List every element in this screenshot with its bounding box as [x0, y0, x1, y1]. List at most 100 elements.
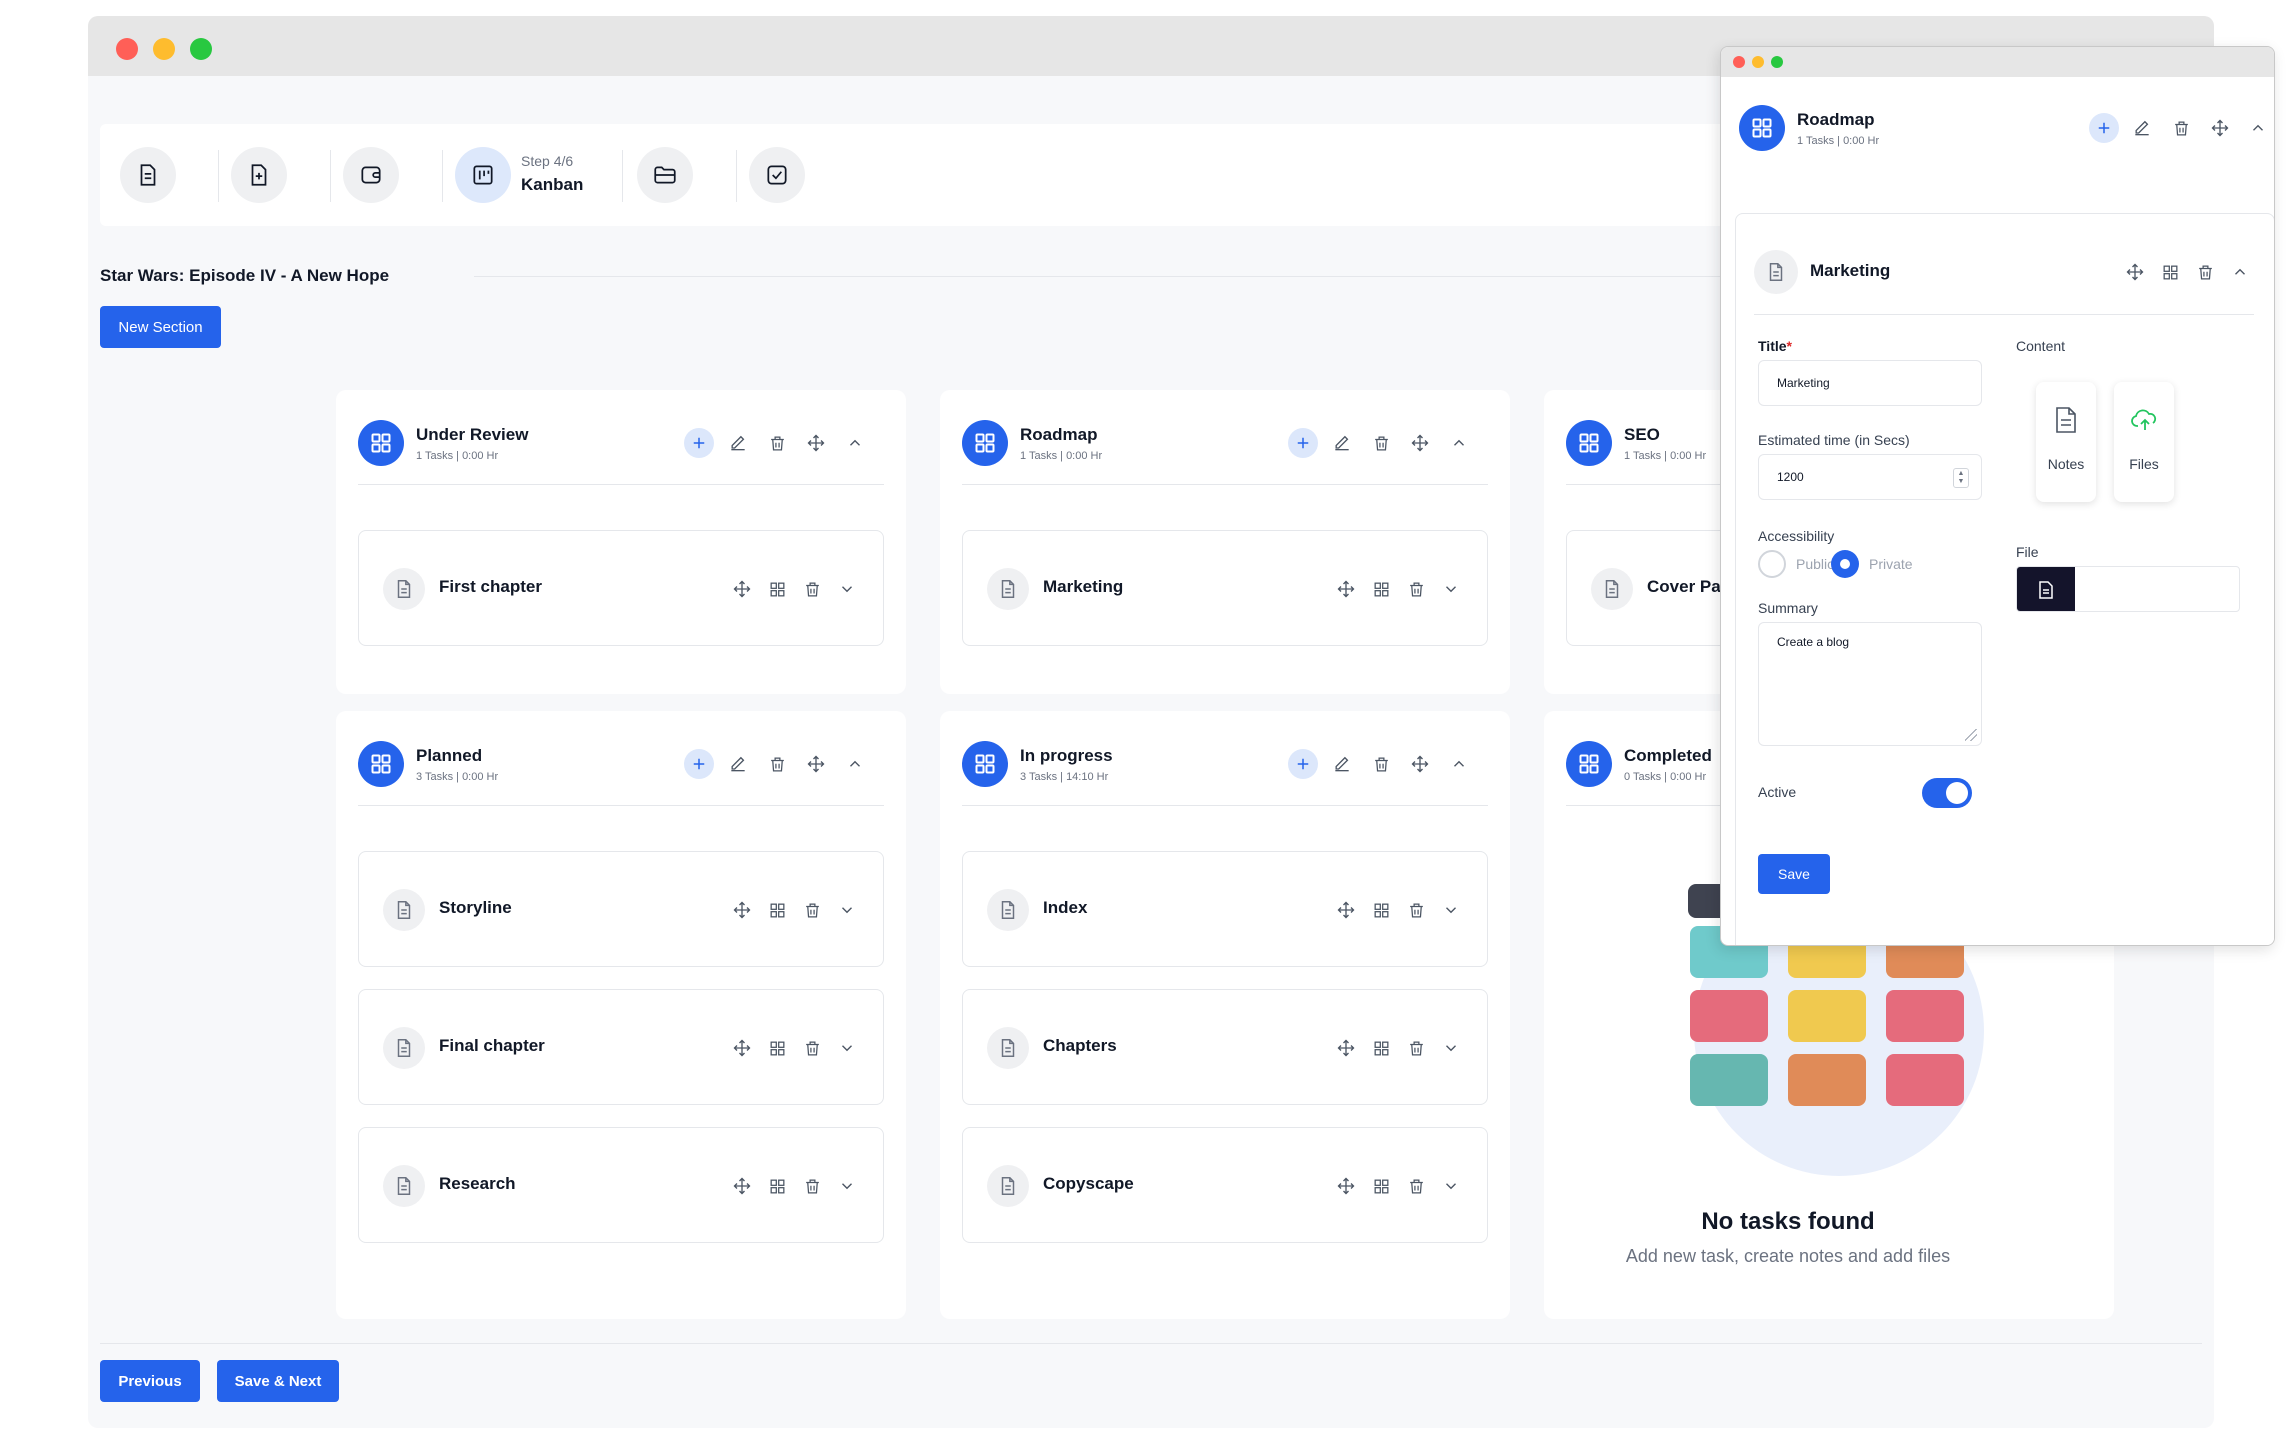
expand-task-button[interactable]: [2225, 257, 2255, 287]
chevron-down-icon: [1446, 907, 1456, 914]
task-grid-button[interactable]: [762, 895, 792, 925]
footer-divider: [100, 1343, 2202, 1344]
task-card[interactable]: Copyscape: [962, 1127, 1488, 1243]
expand-task-button[interactable]: [832, 1171, 862, 1201]
time-value: 1200: [1777, 470, 1804, 484]
move-task-button[interactable]: [727, 1171, 757, 1201]
task-card[interactable]: Chapters: [962, 989, 1488, 1105]
active-toggle[interactable]: [1922, 778, 1972, 808]
delete-section-button[interactable]: [762, 749, 792, 779]
panel-maximize-button[interactable]: [1771, 56, 1783, 68]
move-task-button[interactable]: [1331, 1171, 1361, 1201]
task-grid-button[interactable]: [1366, 1171, 1396, 1201]
delete-task-button[interactable]: [1401, 895, 1431, 925]
chevron-down-icon: [1446, 1045, 1456, 1052]
private-radio[interactable]: Private: [1831, 550, 1931, 578]
column-header: In progress 3 Tasks | 14:10 Hr: [962, 741, 1488, 789]
move-task-button[interactable]: [2120, 257, 2150, 287]
move-task-button[interactable]: [727, 574, 757, 604]
move-task-button[interactable]: [727, 1033, 757, 1063]
save-and-next-button[interactable]: Save & Next: [217, 1360, 339, 1402]
edit-section-button[interactable]: [2127, 113, 2157, 143]
move-task-button[interactable]: [1331, 895, 1361, 925]
task-card[interactable]: Storyline: [358, 851, 884, 967]
delete-task-button[interactable]: [1401, 1033, 1431, 1063]
delete-task-button[interactable]: [797, 1171, 827, 1201]
resize-handle-icon[interactable]: [1965, 729, 1977, 741]
expand-task-button[interactable]: [832, 895, 862, 925]
add-task-button[interactable]: [1288, 428, 1318, 458]
move-section-button[interactable]: [801, 749, 831, 779]
delete-task-button[interactable]: [2190, 257, 2220, 287]
edit-section-button[interactable]: [1327, 428, 1357, 458]
task-card[interactable]: First chapter: [358, 530, 884, 646]
edit-section-button[interactable]: [723, 428, 753, 458]
summary-textarea[interactable]: Create a blog: [1758, 622, 1982, 746]
previous-button[interactable]: Previous: [100, 1360, 200, 1402]
expand-task-button[interactable]: [1436, 895, 1466, 925]
summary-text: Create a blog: [1777, 635, 1850, 649]
edit-section-button[interactable]: [1327, 749, 1357, 779]
trash-icon: [1409, 903, 1423, 917]
expand-task-button[interactable]: [832, 1033, 862, 1063]
collapse-section-button[interactable]: [2243, 113, 2273, 143]
move-task-button[interactable]: [1331, 574, 1361, 604]
expand-task-button[interactable]: [1436, 574, 1466, 604]
delete-task-button[interactable]: [1401, 1171, 1431, 1201]
add-task-button[interactable]: [684, 749, 714, 779]
task-grid-button[interactable]: [1366, 1033, 1396, 1063]
column-title: Completed: [1624, 746, 1712, 765]
add-task-button[interactable]: [684, 428, 714, 458]
add-task-button[interactable]: [1288, 749, 1318, 779]
expand-task-button[interactable]: [1436, 1033, 1466, 1063]
delete-task-button[interactable]: [1401, 574, 1431, 604]
task-grid-button[interactable]: [1366, 895, 1396, 925]
section-grid-icon: [1579, 754, 1599, 774]
task-grid-button[interactable]: [762, 1171, 792, 1201]
task-card[interactable]: Index: [962, 851, 1488, 967]
collapse-section-button[interactable]: [1444, 428, 1474, 458]
delete-task-button[interactable]: [797, 574, 827, 604]
panel-minimize-button[interactable]: [1752, 56, 1764, 68]
file-input[interactable]: [2016, 566, 2240, 612]
title-input[interactable]: Marketing: [1758, 360, 1982, 406]
task-name: Cover Pa: [1647, 577, 1721, 596]
estimated-time-input[interactable]: 1200 ▲ ▼: [1758, 454, 1982, 500]
move-section-button[interactable]: [2205, 113, 2235, 143]
save-button[interactable]: Save: [1758, 854, 1830, 894]
column-subtitle: 3 Tasks | 0:00 Hr: [416, 771, 499, 783]
collapse-section-button[interactable]: [840, 749, 870, 779]
move-icon: [733, 1039, 751, 1057]
delete-task-button[interactable]: [797, 895, 827, 925]
task-grid-button[interactable]: [1366, 574, 1396, 604]
delete-task-button[interactable]: [797, 1033, 827, 1063]
files-tile[interactable]: Files: [2114, 382, 2174, 502]
delete-section-button[interactable]: [1366, 749, 1396, 779]
task-card[interactable]: Final chapter: [358, 989, 884, 1105]
stepper-arrows-icon[interactable]: ▲ ▼: [1953, 468, 1969, 488]
document-icon: [397, 901, 411, 919]
task-grid-button[interactable]: [762, 1033, 792, 1063]
notes-tile[interactable]: Notes: [2036, 382, 2096, 502]
task-card[interactable]: Research: [358, 1127, 884, 1243]
collapse-section-button[interactable]: [1444, 749, 1474, 779]
move-section-button[interactable]: [1405, 749, 1435, 779]
expand-task-button[interactable]: [1436, 1171, 1466, 1201]
expand-task-button[interactable]: [832, 574, 862, 604]
panel-close-button[interactable]: [1733, 56, 1745, 68]
task-grid-button[interactable]: [2155, 257, 2185, 287]
task-card[interactable]: Marketing: [962, 530, 1488, 646]
delete-section-button[interactable]: [762, 428, 792, 458]
task-grid-button[interactable]: [762, 574, 792, 604]
edit-section-button[interactable]: [723, 749, 753, 779]
delete-section-button[interactable]: [1366, 428, 1396, 458]
move-task-button[interactable]: [1331, 1033, 1361, 1063]
move-section-button[interactable]: [801, 428, 831, 458]
collapse-section-button[interactable]: [840, 428, 870, 458]
delete-section-button[interactable]: [2166, 113, 2196, 143]
move-task-button[interactable]: [727, 895, 757, 925]
move-section-button[interactable]: [1405, 428, 1435, 458]
file-picker-button[interactable]: [2017, 567, 2075, 611]
task-document-icon: [987, 1165, 1029, 1207]
add-task-button[interactable]: [2089, 113, 2119, 143]
